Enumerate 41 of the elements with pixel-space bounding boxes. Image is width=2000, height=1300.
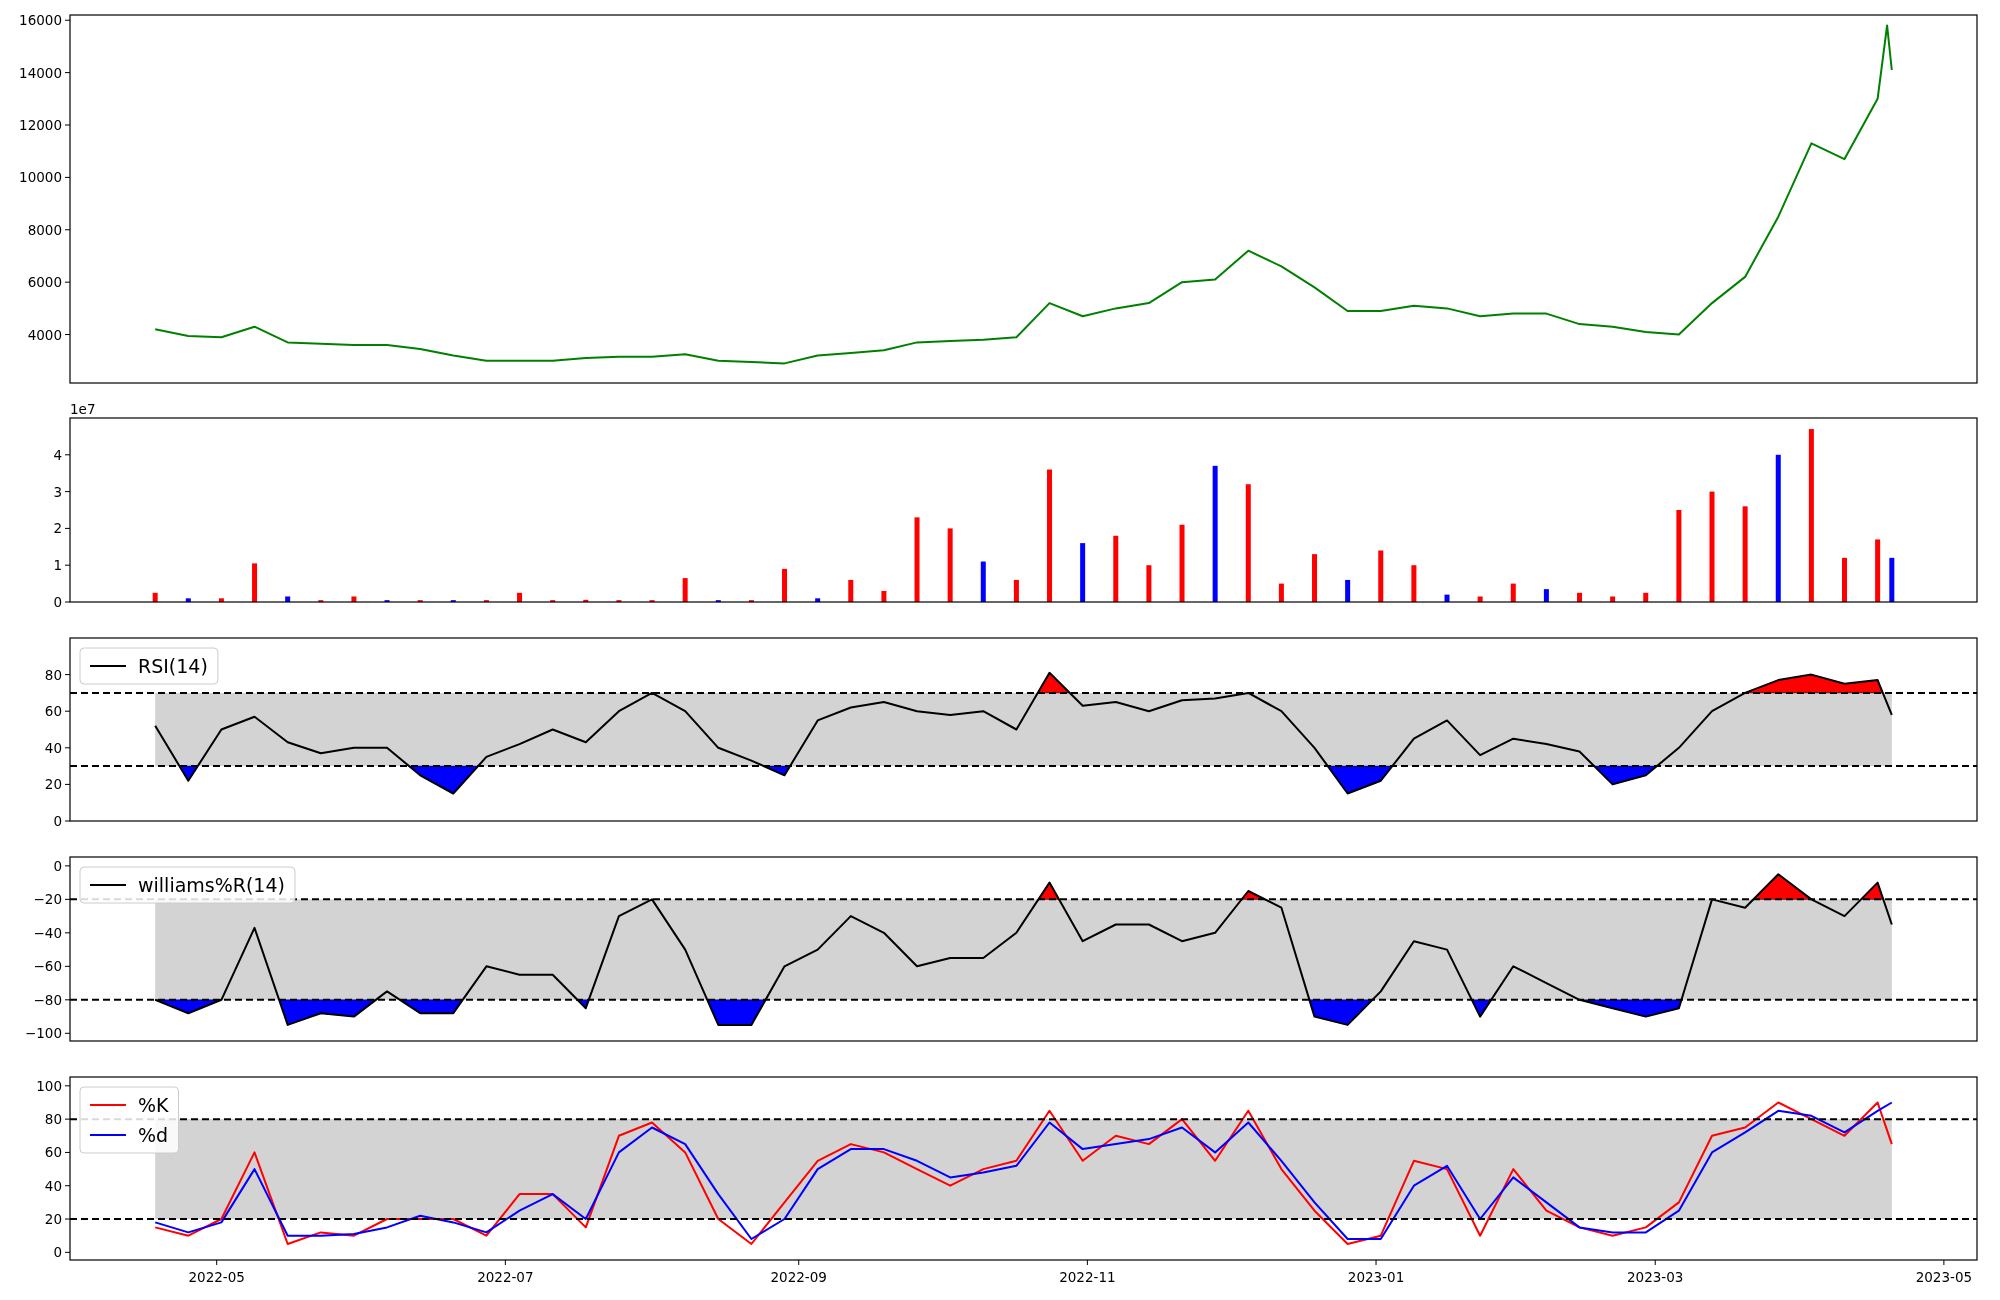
tick-label: 2023-05 [1915,1269,1973,1285]
tick-label: 3 [53,483,62,500]
tick-label: −60 [33,958,62,975]
legend-label: RSI(14) [138,655,208,677]
tick-label: 14000 [19,64,62,81]
tick-label: 1 [53,557,62,574]
tick-label: 0 [53,857,62,874]
tick-label: 2022-07 [477,1269,534,1285]
tick-label: 2 [53,520,62,537]
tick-label: 16000 [19,12,62,29]
tick-label: 2022-09 [770,1269,827,1285]
tick-label: 0 [53,594,62,610]
tick-label: 60 [44,1144,62,1161]
tick-label: 6000 [27,274,62,291]
legend-label: %K [138,1094,169,1116]
tick-label: −100 [24,1025,62,1042]
tick-label: 12000 [19,117,62,133]
tick-label: 20 [44,776,62,793]
tick-label: 8000 [27,221,62,238]
tick-label: 100 [36,1077,62,1094]
tick-label: 40 [44,739,62,756]
tick-label: 60 [44,703,62,720]
tick-label: 80 [44,1111,62,1128]
tick-label: −20 [33,891,62,908]
tick-label: 20 [44,1211,62,1228]
tick-label: 0 [53,1244,62,1261]
tick-label: 2023-01 [1347,1269,1405,1285]
axis-offset-label: 1e7 [70,403,96,417]
legend-label: %d [138,1124,169,1146]
tick-label: −80 [33,991,62,1008]
tick-label: 40 [44,1177,62,1194]
tick-label: 80 [44,666,62,683]
tick-label: 4000 [27,326,62,343]
legend-label: williams%R(14) [138,874,285,896]
tick-label: 2022-11 [1059,1269,1116,1285]
tick-label: 0 [53,813,62,829]
tick-label: 10000 [19,169,62,186]
tick-label: 2023-03 [1627,1269,1684,1285]
tick-label: 2022-05 [188,1269,245,1285]
tick-label: 4 [53,446,62,463]
tick-label: −40 [33,924,62,941]
